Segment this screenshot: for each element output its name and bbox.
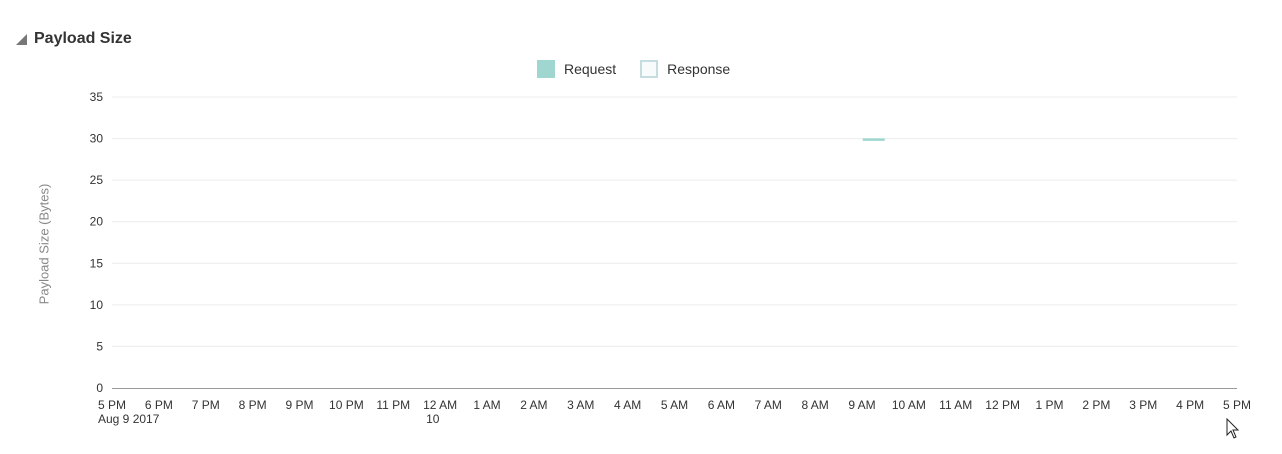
x-tick-label: 9 AM	[848, 398, 875, 412]
x-tick-label: 10 AM	[892, 398, 926, 412]
x-tick-label: 11 PM	[376, 398, 410, 412]
y-tick-label: 15	[90, 256, 104, 270]
y-tick-label: 0	[96, 381, 103, 395]
x-tick-label: 4 AM	[614, 398, 641, 412]
x-tick-label: 6 AM	[708, 398, 735, 412]
x-tick-label: 6 PM	[145, 398, 173, 412]
x-tick-label: 12 PM	[985, 398, 1020, 412]
y-tick-label: 35	[90, 90, 104, 104]
x-tick-label: 9 PM	[285, 398, 313, 412]
x-tick-label: 11 AM	[939, 398, 972, 412]
x-tick-label: 4 PM	[1176, 398, 1204, 412]
y-tick-label: 25	[90, 173, 104, 187]
x-tick-label: 8 AM	[801, 398, 828, 412]
x-tick-label: 7 AM	[755, 398, 782, 412]
x-tick-label: 5 AM	[661, 398, 688, 412]
x-tick-label: 10 PM	[329, 398, 364, 412]
y-tick-label: 20	[90, 215, 104, 229]
x-tick-label: 2 PM	[1082, 398, 1110, 412]
x-tick-label: 8 PM	[239, 398, 267, 412]
y-tick-label: 30	[90, 132, 104, 146]
x-date-label: 10	[426, 412, 440, 426]
x-tick-label: 12 AM	[423, 398, 457, 412]
x-tick-label: 2 AM	[520, 398, 547, 412]
x-tick-label: 1 PM	[1035, 398, 1063, 412]
payload-size-chart: 0 5 10 15 20 25 30 35 5 PM 6 PM 7 PM 8 PM 9 PM 10 PM 1…	[90, 90, 1251, 426]
x-tick-label: 3 PM	[1129, 398, 1157, 412]
x-tick-label: 3 AM	[567, 398, 594, 412]
mouse-pointer-icon	[1226, 418, 1240, 439]
x-tick-label: 1 AM	[473, 398, 500, 412]
x-tick-label: 5 PM	[98, 398, 126, 412]
y-tick-label: 5	[96, 339, 103, 353]
x-tick-label: 5 PM	[1223, 398, 1251, 412]
x-tick-label: 7 PM	[192, 398, 220, 412]
x-date-label: Aug 9 2017	[98, 412, 160, 426]
y-tick-label: 10	[90, 298, 104, 312]
